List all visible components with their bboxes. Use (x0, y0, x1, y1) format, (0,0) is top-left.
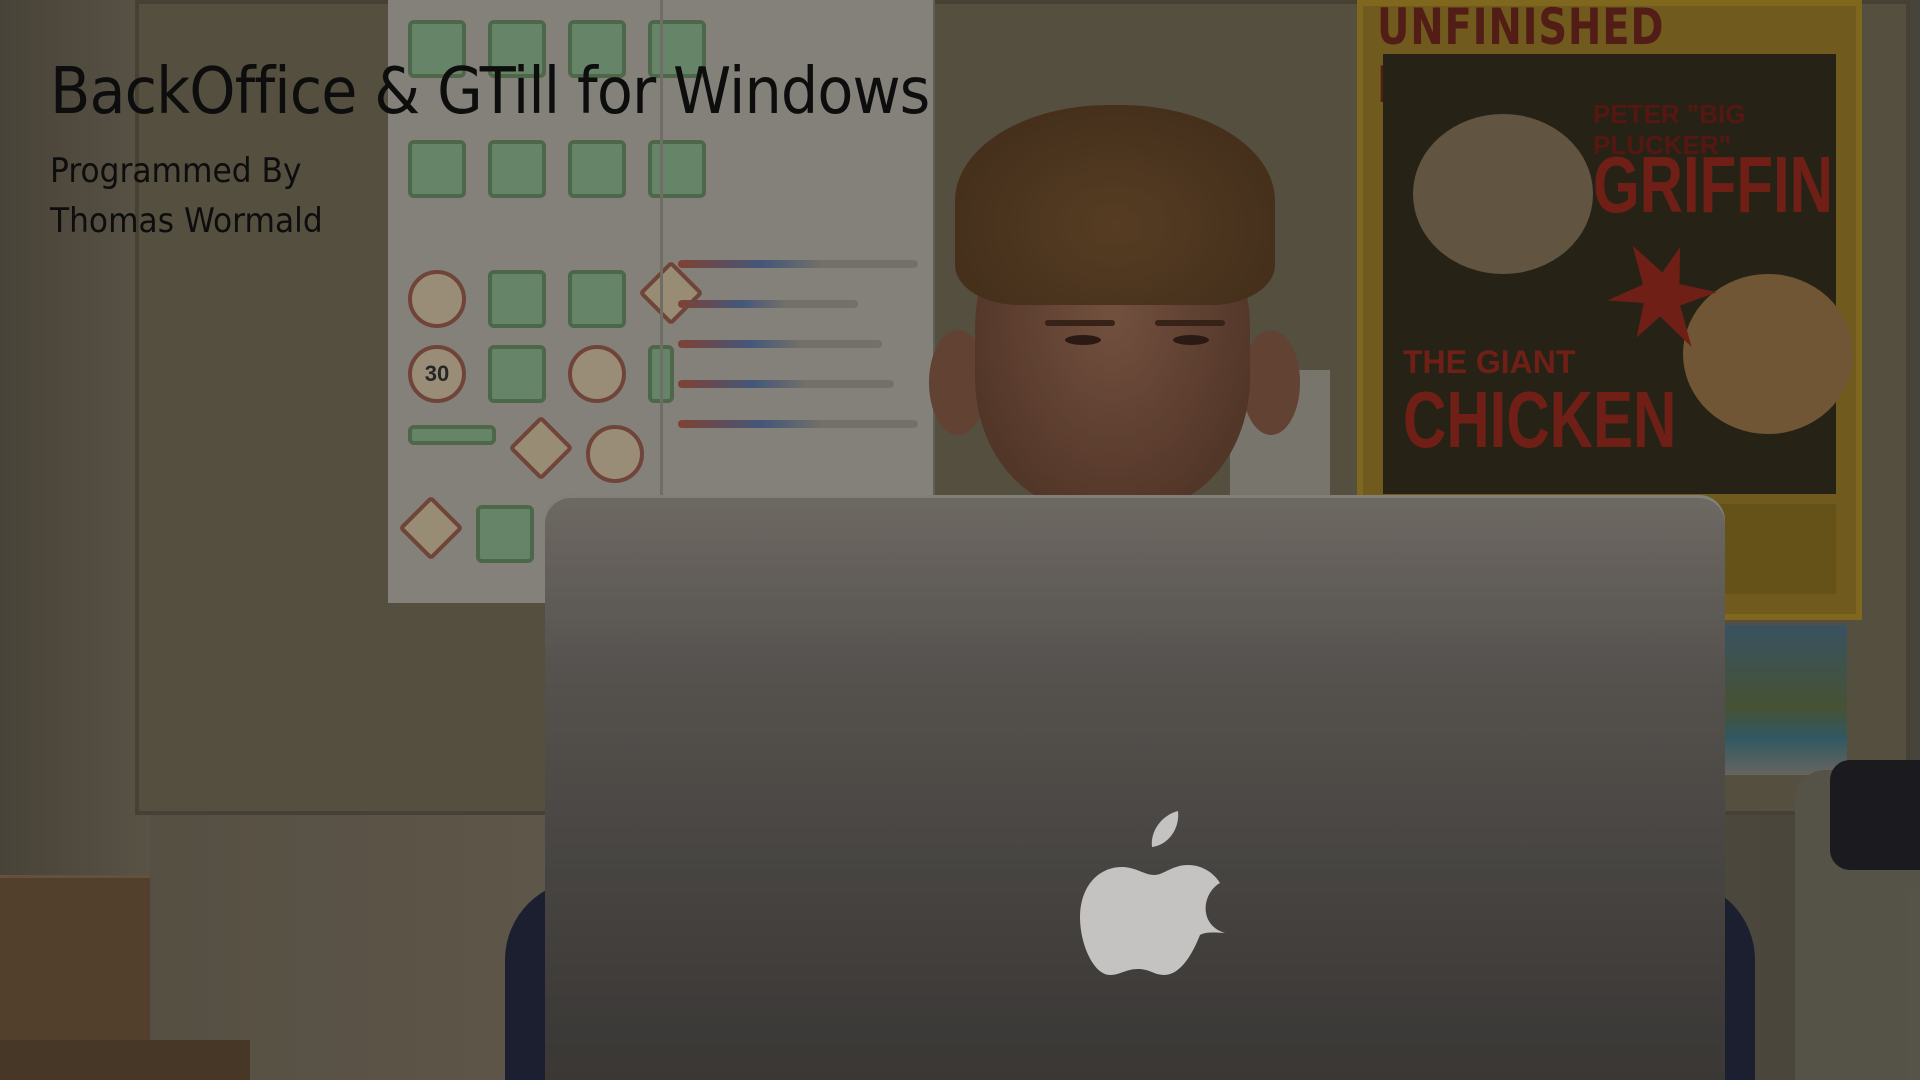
credit-name: Thomas Wormald (50, 201, 323, 241)
app-title: BackOffice & GTill for Windows (50, 55, 930, 129)
credit-label: Programmed By (50, 151, 302, 191)
credits: Programmed By Thomas Wormald (50, 146, 1006, 246)
splash-title-block: BackOffice & GTill for Windows Programme… (50, 60, 1006, 246)
